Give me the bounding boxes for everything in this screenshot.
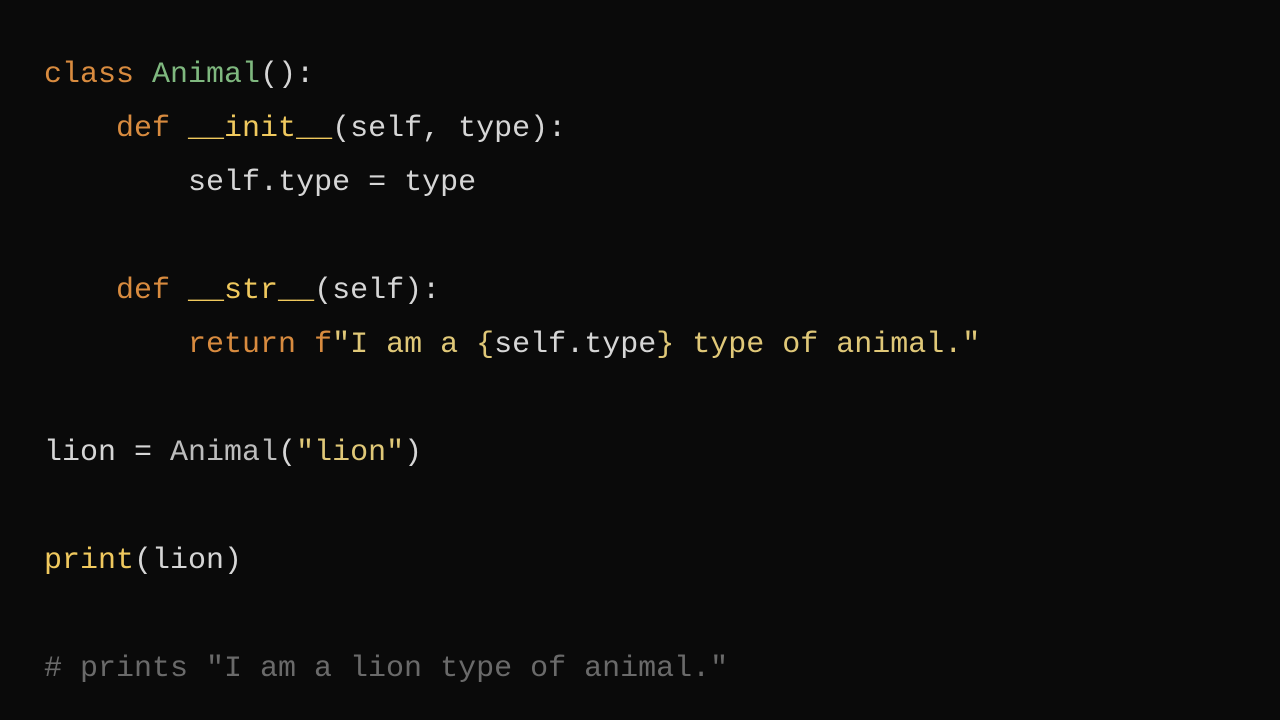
code-block: class Animal(): def __init__(self, type)… (44, 48, 1236, 696)
space (170, 274, 188, 308)
parentheses: () (260, 58, 296, 92)
brace-open: { (476, 328, 494, 362)
colon: : (422, 274, 440, 308)
indent (44, 328, 188, 362)
identifier-self: self (188, 166, 260, 200)
attr-type: type (584, 328, 656, 362)
space (134, 58, 152, 92)
keyword-def: def (116, 112, 170, 146)
equals: = (116, 436, 170, 470)
param-type: type (458, 112, 530, 146)
quote: " (332, 328, 350, 362)
paren-open: ( (332, 112, 350, 146)
colon: : (548, 112, 566, 146)
dot: . (566, 328, 584, 362)
space (170, 112, 188, 146)
string-part: I am a (350, 328, 476, 362)
colon: : (296, 58, 314, 92)
class-call: Animal (170, 436, 278, 470)
quote: " (962, 328, 980, 362)
indent (44, 112, 116, 146)
class-name: Animal (152, 58, 260, 92)
brace-close: } (656, 328, 674, 362)
space (296, 328, 314, 362)
string-part: type of animal. (674, 328, 962, 362)
param-self: self (350, 112, 422, 146)
dot: . (260, 166, 278, 200)
rhs-type: type (404, 166, 476, 200)
identifier-lion: lion (44, 436, 116, 470)
string-lion: "lion" (296, 436, 404, 470)
keyword-def: def (116, 274, 170, 308)
paren-close: ) (404, 436, 422, 470)
attr-type: type (278, 166, 350, 200)
comment-output: # prints "I am a lion type of animal." (44, 652, 728, 686)
paren-open: ( (278, 436, 296, 470)
indent (44, 166, 188, 200)
fstring-prefix: f (314, 328, 332, 362)
paren-close: ) (224, 544, 242, 578)
method-str: __str__ (188, 274, 314, 308)
paren-open: ( (314, 274, 332, 308)
keyword-class: class (44, 58, 134, 92)
identifier-self: self (494, 328, 566, 362)
comma: , (422, 112, 458, 146)
param-self: self (332, 274, 404, 308)
indent (44, 274, 116, 308)
paren-close: ) (530, 112, 548, 146)
keyword-return: return (188, 328, 296, 362)
builtin-print: print (44, 544, 134, 578)
equals: = (350, 166, 404, 200)
arg-lion: lion (152, 544, 224, 578)
paren-close: ) (404, 274, 422, 308)
method-init: __init__ (188, 112, 332, 146)
paren-open: ( (134, 544, 152, 578)
